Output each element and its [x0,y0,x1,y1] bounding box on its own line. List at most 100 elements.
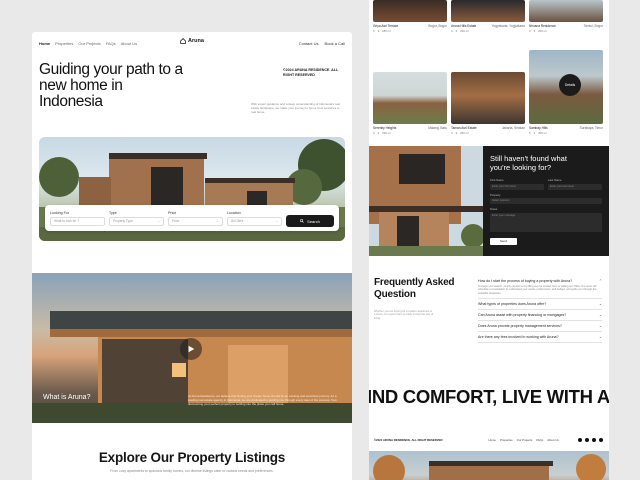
nav-faqs[interactable]: FAQs [106,41,116,46]
property-location: Jakarta, Selatan [501,126,525,130]
bath-count: 2 [377,29,380,33]
contact-house-image [369,146,483,256]
landing-page-left: Home Properties Our Projects FAQs About … [32,32,352,480]
footer-link-home[interactable]: Home [488,438,495,442]
chevron-down-icon: ⌄ [157,219,160,223]
property-location: Bogor, Bogor [428,24,447,28]
price-placeholder: Price [172,219,180,223]
last-name-placeholder: Enter your last name [550,184,574,188]
brand-logo[interactable]: Aruna [180,38,204,44]
property-card[interactable]: Griya Asri Terrace Bogor, Bogor 3 2 180 m² [373,0,447,36]
price-select[interactable]: Price ⌄ [168,216,223,226]
faq-item[interactable]: Does Aruna provide property management s… [478,321,602,332]
property-search-bar: Looking For What to look for ? Type Prop… [45,205,339,231]
property-row-top: Griya Asri Terrace Bogor, Bogor 3 2 180 m² … [373,0,603,36]
send-button[interactable]: Send [490,237,517,245]
footer: ©2024 ARUNA RESIDENCE. ALL RIGHT RESERVE… [374,437,603,443]
marquee-text: IND COMFORT, LIVE WITH ARUNA [369,386,609,407]
property-card[interactable]: Taman Asri Estate Jakarta, Selatan 4 3 250 … [451,72,525,135]
footer-link-projects[interactable]: Our Projects [517,438,533,442]
property-name: Nirvana Residence [529,24,556,28]
faq-title: Frequently Asked Question [374,277,455,300]
area: 240 m² [460,29,469,33]
faq-question: Can Aruna assist with property financing… [478,312,567,317]
property-image [373,72,447,124]
chevron-down-icon: ⌄ [598,334,602,339]
bed-count: 3 [373,131,375,135]
brand-name: Aruna [188,38,204,44]
bed-count: 3 [529,29,531,33]
first-name-label: First Name [490,178,504,182]
book-call-link[interactable]: Book a Call [325,41,345,46]
property-image [451,0,525,22]
property-card[interactable]: Serenity Heights Malang, Batu 3 2 150 m² [373,72,447,135]
footer-link-about[interactable]: About Us [547,438,559,442]
faq-question: How do I start the process of buying a p… [478,279,573,283]
about-title: What is Aruna? [43,394,91,401]
social-links [578,438,603,442]
nav-projects[interactable]: Our Projects [78,41,100,46]
notes-textarea[interactable]: Enter your message [490,212,602,232]
location-label: Location [227,210,241,215]
play-icon [188,345,195,353]
property-name: Serenity Heights [373,126,397,130]
price-field: Price Price ⌄ [168,211,223,226]
footer-link-faqs[interactable]: FAQs [536,438,543,442]
last-name-input[interactable]: Enter your last name [548,183,602,190]
send-button-label: Send [499,239,507,243]
faq-question: Does Aruna provide property management s… [478,323,562,328]
property-location: Yogyakarta, Yogyakarta [491,24,525,28]
play-button[interactable] [180,338,202,360]
search-button[interactable]: Search [286,215,334,227]
property-label: Property [490,192,501,197]
property-location: Surabaya, Timur [579,126,603,130]
property-card[interactable]: Nirvana Residence Sentul, Bogor 3 3 200 m² [529,0,603,36]
property-placeholder: Select property [492,199,510,203]
hero-description: With expert guidance and a deep understa… [251,102,340,114]
chevron-up-icon: ⌃ [598,279,602,283]
looking-for-field: Looking For What to look for ? [50,211,105,226]
chevron-down-icon: ⌄ [216,219,219,223]
type-select[interactable]: Property Type ⌄ [109,216,164,226]
instagram-icon[interactable] [592,438,596,442]
nav-about[interactable]: About Us [121,41,137,46]
faq-item[interactable]: How do I start the process of buying a p… [478,276,602,299]
search-button-label: Search [307,218,320,224]
notes-placeholder: Enter your message [492,213,516,217]
contact-link[interactable]: Contact Us [299,41,319,46]
nav-home[interactable]: Home [39,41,50,46]
twitter-icon[interactable] [578,438,582,442]
first-name-placeholder: Enter your first name [492,184,517,188]
bed-count: 4 [451,131,453,135]
nav-properties[interactable]: Properties [55,41,73,46]
looking-for-placeholder: What to look for ? [54,219,79,223]
facebook-icon[interactable] [585,438,589,442]
property-card[interactable]: Details Sambay Hills Surabaya, Timur 5 4 30… [529,50,603,135]
area: 180 m² [382,29,391,33]
first-name-input[interactable]: Enter your first name [490,183,544,190]
house-icon [180,38,186,44]
looking-for-label: Looking For [50,210,69,215]
property-location: Malang, Batu [428,126,447,130]
area: 150 m² [382,131,391,135]
faq-answer: To begin your search, simply contact us … [478,285,597,295]
property-card[interactable]: Aruna Hills Estate Yogyakarta, Yogyakarta… [451,0,525,36]
faq-item[interactable]: Are there any fees involved in working w… [478,332,602,343]
details-badge[interactable]: Details [559,74,581,96]
last-name-label: Last Name [548,178,562,182]
property-select[interactable]: Select property [490,198,602,204]
footer-link-properties[interactable]: Properties [500,438,513,442]
faq-item[interactable]: Can Aruna assist with property financing… [478,310,602,321]
chevron-down-icon: ⌄ [598,323,602,328]
linkedin-icon[interactable] [599,438,603,442]
location-select[interactable]: All Cities ⌄ [227,216,282,226]
footer-house-image [369,451,609,480]
looking-for-input[interactable]: What to look for ? [50,216,105,226]
area: 300 m² [538,131,547,135]
footer-copyright: ©2024 ARUNA RESIDENCE. ALL RIGHT RESERVE… [374,438,443,442]
nav-links: Home Properties Our Projects FAQs About … [39,41,137,46]
type-placeholder: Property Type [113,219,133,223]
property-image [529,0,603,22]
faq-item[interactable]: What types of properties does Aruna offe… [478,299,602,310]
bath-count: 3 [455,29,458,33]
